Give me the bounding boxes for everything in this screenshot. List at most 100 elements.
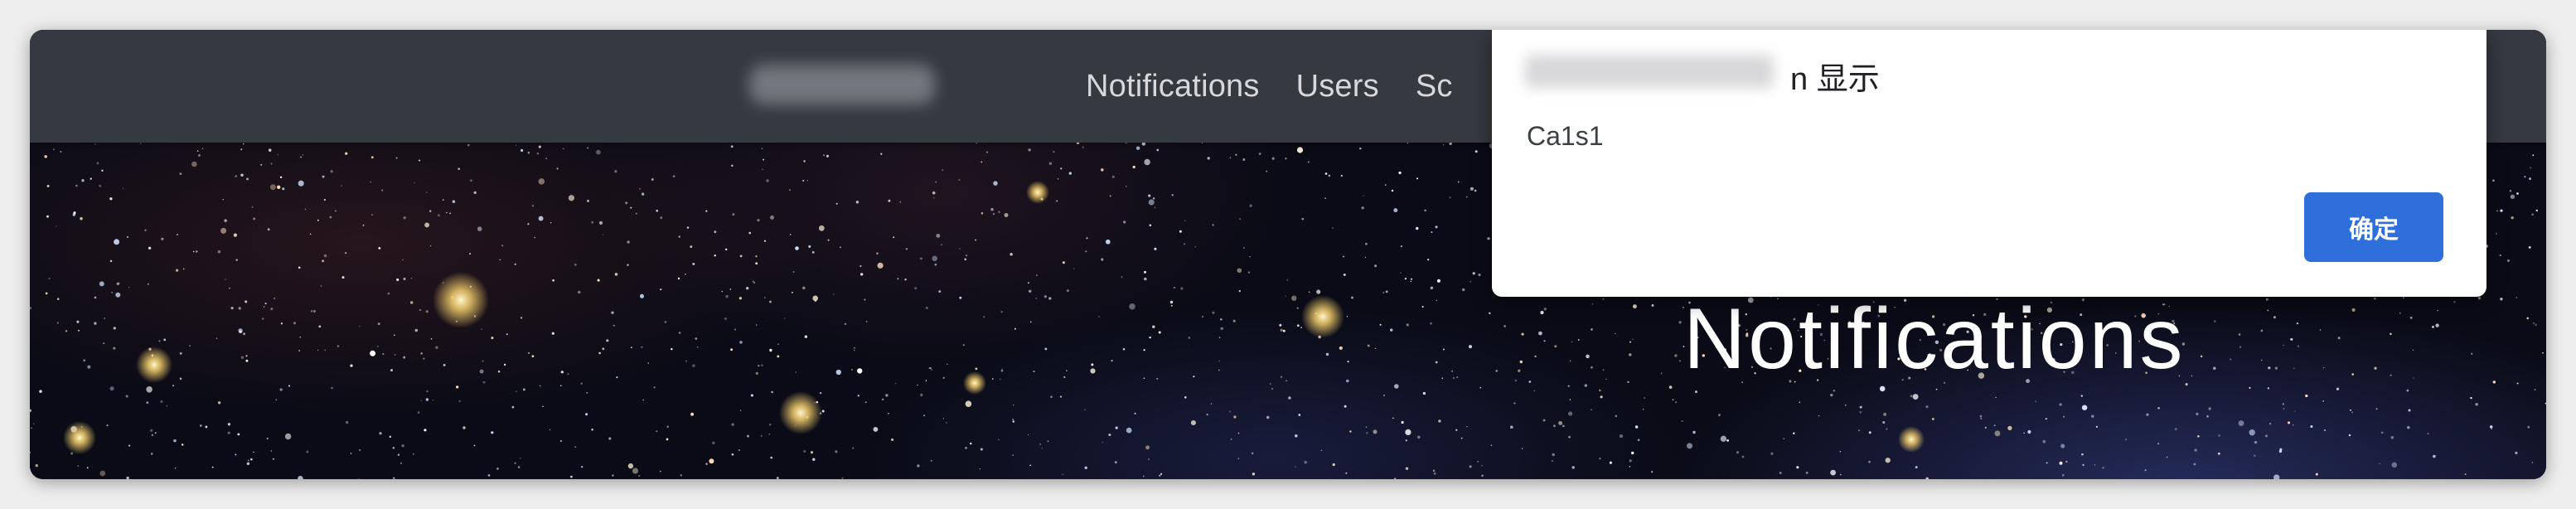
star	[1528, 381, 1532, 383]
star	[389, 435, 392, 439]
star	[183, 268, 185, 270]
star	[2035, 400, 2036, 403]
star	[114, 239, 120, 245]
star	[1123, 221, 1126, 224]
star	[1068, 172, 1073, 175]
star	[1651, 303, 1654, 307]
star	[857, 395, 860, 397]
star	[965, 400, 972, 408]
star	[692, 262, 695, 265]
star	[760, 434, 763, 437]
star	[1637, 439, 1640, 442]
star	[350, 453, 352, 454]
star	[377, 346, 379, 347]
star	[795, 371, 797, 373]
star	[425, 398, 429, 401]
star	[1108, 433, 1111, 437]
star	[220, 227, 227, 234]
star	[1152, 325, 1155, 328]
star	[215, 337, 218, 339]
star	[1389, 328, 1393, 332]
star	[1799, 401, 1801, 404]
star	[2283, 408, 2285, 410]
star	[933, 197, 935, 199]
star	[298, 180, 304, 187]
star	[268, 148, 272, 152]
star	[179, 377, 182, 381]
star	[2045, 417, 2047, 420]
star	[865, 321, 868, 322]
star	[1114, 461, 1117, 464]
star	[1086, 237, 1088, 240]
star	[387, 292, 390, 295]
star	[777, 355, 780, 358]
star	[1012, 420, 1015, 423]
star	[678, 332, 681, 334]
star	[2059, 461, 2063, 465]
star	[377, 322, 380, 326]
star	[2464, 473, 2467, 476]
star	[1143, 475, 1145, 477]
star	[1149, 336, 1151, 339]
star	[1692, 430, 1696, 434]
star	[731, 453, 734, 456]
star	[1726, 439, 1729, 442]
star	[1218, 369, 1220, 371]
nav-link-users[interactable]: Users	[1296, 69, 1379, 104]
star	[729, 288, 732, 290]
nav-link-notifications[interactable]: Notifications	[1086, 69, 1260, 104]
star	[1249, 204, 1252, 207]
star	[403, 216, 406, 220]
star	[267, 228, 270, 231]
star	[1340, 174, 1343, 177]
star	[981, 212, 984, 215]
star	[985, 151, 989, 153]
star	[1629, 353, 1632, 356]
star	[1359, 147, 1362, 150]
nav-link-partial[interactable]: Sc	[1416, 69, 1453, 104]
star	[270, 308, 274, 311]
star	[936, 233, 941, 238]
star	[1393, 384, 1399, 389]
star	[803, 160, 806, 162]
star	[163, 338, 167, 342]
star	[1247, 271, 1251, 274]
star	[885, 394, 889, 397]
star	[1143, 348, 1145, 351]
star	[567, 373, 569, 376]
ok-button[interactable]: 确定	[2304, 192, 2443, 262]
star	[920, 393, 923, 397]
star	[1401, 420, 1404, 424]
star	[261, 318, 264, 320]
star	[2046, 462, 2048, 464]
star	[1379, 323, 1382, 326]
star	[1184, 243, 1185, 245]
brand-logo-blurred[interactable]	[749, 65, 935, 104]
star	[224, 219, 227, 222]
star	[695, 337, 698, 340]
star	[2509, 190, 2512, 192]
star	[556, 167, 559, 170]
star	[1144, 277, 1147, 281]
star	[245, 355, 248, 357]
star	[1591, 409, 1592, 411]
star	[264, 303, 267, 305]
star	[959, 248, 961, 250]
star	[1455, 429, 1458, 431]
star	[1410, 278, 1413, 280]
star	[30, 451, 31, 453]
star	[1056, 200, 1058, 202]
browser-viewport: Notifications Users Sc Notifications n 显…	[30, 30, 2546, 479]
star	[1249, 256, 1251, 258]
star	[2351, 308, 2356, 312]
star	[1280, 376, 1283, 378]
star	[1415, 226, 1419, 230]
star	[731, 164, 734, 167]
star	[656, 430, 658, 433]
star	[1298, 414, 1301, 416]
star	[458, 400, 461, 403]
star	[659, 470, 661, 473]
star	[1296, 324, 1300, 327]
star	[1451, 370, 1454, 372]
star	[46, 215, 49, 218]
